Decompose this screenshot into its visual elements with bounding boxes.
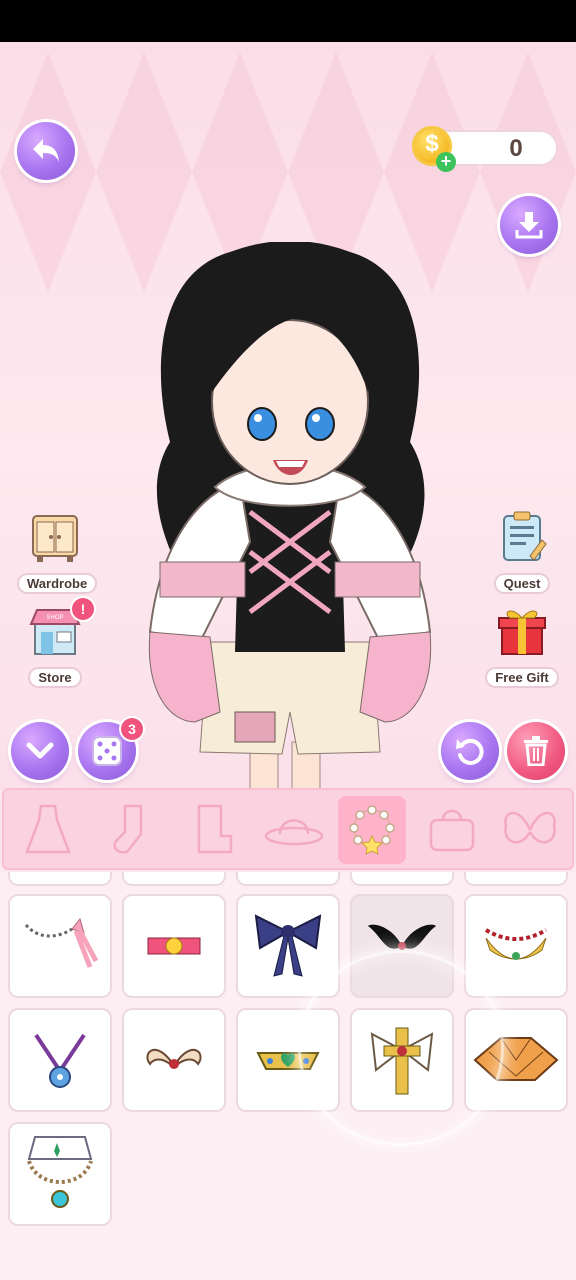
quest-button[interactable]: Quest — [484, 510, 560, 594]
item-orange-ornate-collar[interactable] — [464, 1008, 568, 1112]
add-coins-button[interactable]: + — [436, 152, 456, 172]
pink-bow-necklace-icon — [24, 917, 99, 968]
tab-bags[interactable] — [418, 796, 486, 864]
item-horn-ornament[interactable] — [122, 1008, 226, 1112]
free-gift-button[interactable]: Free Gift — [484, 604, 560, 688]
quest-label: Quest — [493, 573, 551, 594]
quest-clipboard-icon — [503, 511, 547, 561]
store-label: Store — [28, 667, 82, 688]
doll-character — [148, 242, 432, 790]
undo-icon — [456, 738, 484, 765]
wardrobe-label: Wardrobe — [17, 573, 98, 594]
dice-count-badge: 3 — [121, 718, 143, 740]
socks-icon — [113, 804, 143, 854]
orange-ornate-collar-icon — [473, 1037, 559, 1081]
tab-hats[interactable] — [260, 796, 328, 864]
store-sign: SHOP — [46, 615, 63, 621]
red-gem-choker-icon — [147, 937, 201, 955]
status-bar — [0, 0, 576, 42]
green-heart-tiara-icon — [256, 1052, 320, 1070]
item-cell-partial[interactable] — [350, 872, 454, 886]
item-pink-bow-chain-necklace[interactable] — [8, 894, 112, 998]
chevron-down-icon — [26, 742, 54, 759]
collapse-button[interactable] — [11, 722, 69, 780]
item-black-feather-collar[interactable] — [350, 894, 454, 998]
free-gift-label: Free Gift — [485, 667, 559, 688]
delete-button[interactable] — [507, 722, 565, 780]
item-green-heart-tiara[interactable] — [236, 1008, 340, 1112]
bag-icon — [429, 809, 475, 852]
item-cell-partial[interactable] — [8, 872, 112, 886]
item-white-bow-cross-brooch[interactable] — [350, 1008, 454, 1112]
reset-button[interactable] — [441, 722, 499, 780]
download-button[interactable] — [500, 196, 558, 254]
tab-necklaces[interactable] — [338, 796, 406, 864]
tab-wings[interactable] — [496, 796, 564, 864]
white-bow-cross-icon — [370, 1027, 434, 1095]
back-button[interactable] — [17, 122, 75, 180]
trash-icon — [524, 736, 548, 766]
item-red-bead-gold-necklace[interactable] — [464, 894, 568, 998]
item-grid — [0, 872, 576, 1280]
gold-bead-necklace-icon — [484, 928, 548, 960]
tab-socks[interactable] — [96, 796, 164, 864]
blue-flower-pendant-icon — [34, 1033, 86, 1088]
item-lace-collar-pearl-necklace[interactable] — [8, 1122, 112, 1226]
wardrobe-icon — [32, 515, 78, 562]
necklace-icon — [349, 805, 395, 855]
back-arrow-icon — [33, 139, 59, 162]
item-navy-bow-collar[interactable] — [236, 894, 340, 998]
download-icon — [515, 212, 543, 239]
navy-bow-icon — [254, 914, 322, 977]
item-blue-flower-pendant[interactable] — [8, 1008, 112, 1112]
tab-dress[interactable] — [14, 796, 82, 864]
item-cell-partial[interactable] — [464, 872, 568, 886]
item-cell-partial[interactable] — [122, 872, 226, 886]
item-red-gem-choker[interactable] — [122, 894, 226, 998]
hat-icon — [264, 819, 324, 846]
dice-icon — [92, 736, 122, 766]
boots-icon — [197, 804, 233, 854]
store-alert-badge: ! — [72, 598, 94, 620]
coin-count: 0 — [509, 135, 523, 162]
horn-ornament-icon — [146, 1048, 202, 1069]
black-feather-collar-icon — [368, 924, 436, 950]
wardrobe-button[interactable]: Wardrobe — [17, 510, 98, 594]
gift-box-icon — [498, 610, 546, 655]
dress-icon — [25, 804, 71, 854]
item-cell-partial[interactable] — [236, 872, 340, 886]
tab-shoes[interactable] — [178, 796, 246, 864]
lace-pearl-necklace-icon — [27, 1136, 93, 1208]
category-tab-bar — [2, 788, 574, 870]
wings-icon — [504, 811, 556, 844]
